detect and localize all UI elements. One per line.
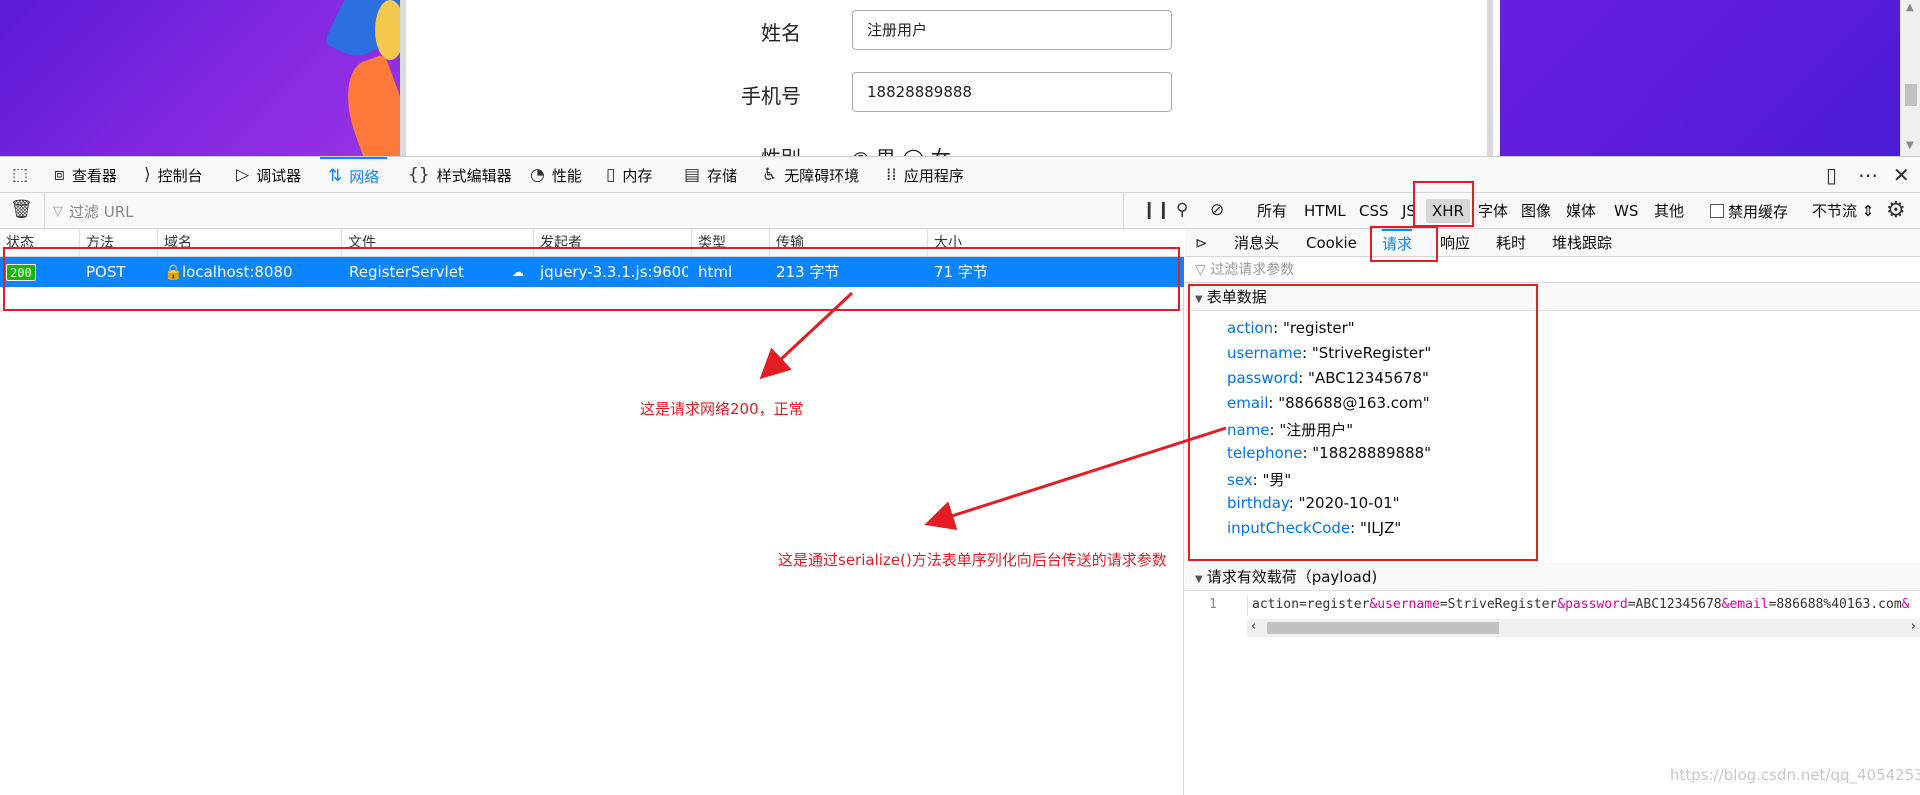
annotation-arrows xyxy=(759,291,1227,530)
annotation-note-2: 这是通过serialize()方法表单序列化向后台传送的请求参数 xyxy=(778,551,1167,569)
annotation-note-1: 这是请求网络200，正常 xyxy=(640,400,804,418)
watermark: https://blog.csdn.net/qq_40542534 xyxy=(1670,766,1920,784)
annotation-arrow-2 xyxy=(924,426,1227,530)
annotation-arrow-1 xyxy=(759,291,854,380)
